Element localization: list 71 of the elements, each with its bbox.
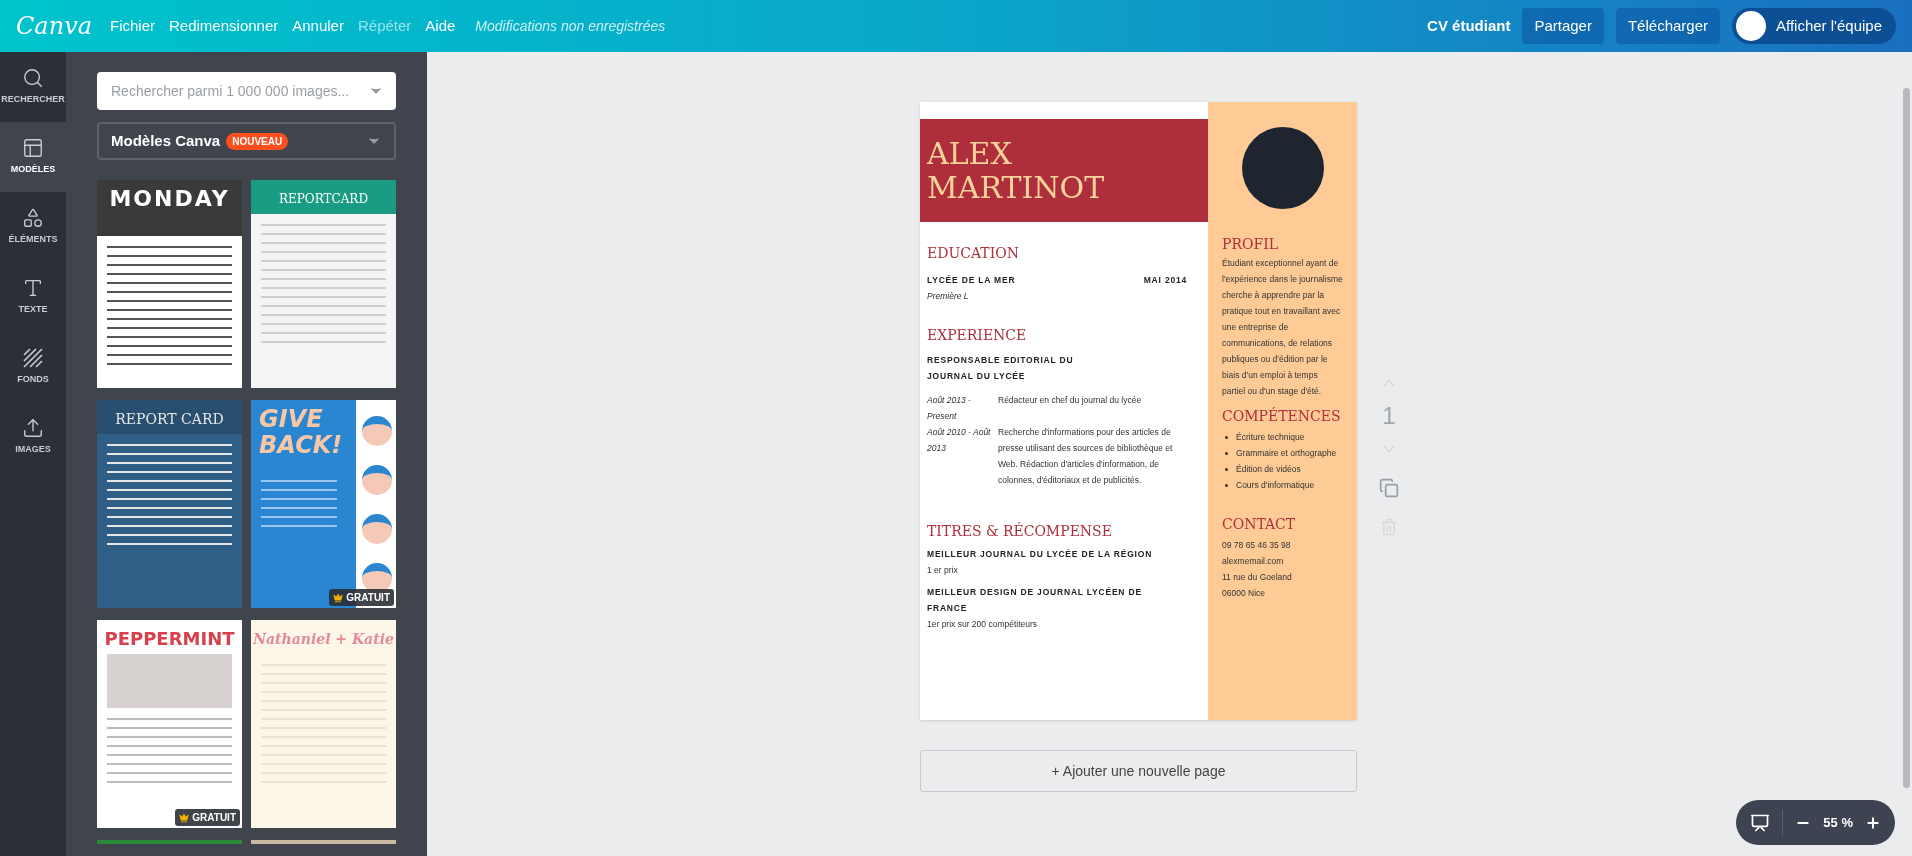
- free-badge: GRATUIT: [329, 589, 394, 606]
- sidebar-item[interactable]: TEXTE: [0, 262, 66, 332]
- name-text: ALEX: [927, 136, 1013, 171]
- crown-icon: [179, 812, 190, 823]
- search-field[interactable]: Rechercher parmi 1 000 000 images...: [97, 72, 396, 110]
- job-description: Recherche d'informations pour des articles de presse utilisant des sources de bibliothèque et Web. Rédaction d'articles d'information, de colonnes, d'éditoriaux et de publicités.: [998, 426, 1174, 487]
- section-heading: CONTACT: [1222, 515, 1297, 533]
- toolbar-button[interactable]: Télécharger: [1615, 8, 1720, 44]
- bullet-icon: [1225, 483, 1228, 487]
- sidebar-item[interactable]: MODÈLES: [0, 122, 66, 192]
- free-badge: GRATUIT: [175, 809, 240, 826]
- category-dropdown[interactable]: Modèles Canva NOUVEAU: [97, 122, 396, 160]
- date-text: MAI 2014: [1143, 274, 1187, 287]
- contact-line: 09 78 65 46 35 98: [1222, 539, 1292, 552]
- page-number: 1: [1382, 401, 1396, 431]
- bullet-icon: [1225, 467, 1228, 471]
- layout-icon: [22, 137, 44, 160]
- award-detail: 1 er prix: [927, 564, 959, 577]
- team-toggle[interactable]: Afficher l'équipe: [1732, 8, 1896, 44]
- contact-line: 11 rue du Goeland: [1222, 571, 1293, 584]
- school-name: LYCÉE DE LA MER: [927, 274, 1016, 287]
- bullet-icon: [1225, 451, 1228, 455]
- section-heading: TITRES & RÉCOMPENSE: [927, 522, 1113, 540]
- job-title: RESPONSABLE EDITORIAL DU JOURNAL DU LYCÉE: [927, 354, 1075, 383]
- template-title: REPORTCARD: [278, 191, 368, 208]
- template-title: GIVE BACK!: [259, 406, 344, 458]
- section-heading: EDUCATION: [927, 244, 1020, 262]
- contact-line: alexmemail.com: [1222, 555, 1285, 568]
- skill-item: Cours d'informatique: [1236, 479, 1315, 492]
- zoom-in-icon[interactable]: [1865, 814, 1881, 831]
- section-heading: EXPERIENCE: [927, 326, 1028, 344]
- contact-line: 06000 Nice: [1222, 587, 1266, 600]
- template-thumbnail[interactable]: GIVE BACK! GRATUIT: [251, 400, 396, 608]
- sidebar-item[interactable]: IMAGES: [0, 402, 66, 472]
- zoom-value: 55 %: [1823, 813, 1853, 832]
- date-range: Août 2013 - Present: [927, 394, 972, 423]
- duplicate-icon[interactable]: [1379, 478, 1399, 498]
- award-title: MEILLEUR DESIGN DE JOURNAL LYCÉEN DE FRANCE: [927, 586, 1143, 615]
- presentation-icon[interactable]: [1750, 812, 1771, 833]
- template-title: REPORT CARD: [115, 410, 224, 429]
- document-title[interactable]: CV étudiant: [1427, 14, 1511, 38]
- award-title: MEILLEUR JOURNAL DU LYCÉE DE LA RÉGION: [927, 548, 1154, 561]
- toolbar-button[interactable]: Partager: [1522, 8, 1604, 44]
- detail-text: Première L: [927, 290, 970, 303]
- sidebar-item[interactable]: ÉLÉMENTS: [0, 192, 66, 262]
- template-title: MONDAY: [109, 186, 230, 212]
- name-text: MARTINOT: [927, 170, 1106, 205]
- template-thumbnail[interactable]: REPORT CARD: [97, 400, 242, 608]
- new-badge: NOUVEAU: [226, 132, 289, 150]
- job-description: Rédacteur en chef du journal du lycée: [998, 394, 1143, 407]
- sidebar-item[interactable]: FONDS: [0, 332, 66, 402]
- award-detail: 1er prix sur 200 compétiteurs: [927, 618, 1039, 631]
- skill-item: Édition de vidéos: [1236, 463, 1301, 476]
- save-status: Modifications non enregistrées: [475, 16, 666, 36]
- section-heading: PROFIL: [1222, 235, 1279, 253]
- section-heading: COMPÉTENCES: [1222, 407, 1342, 425]
- profile-text: Étudiant exceptionnel ayant de l'expérience dans le journalisme cherche à apprendre par la pratique tout en travaillant avec une entreprise de communications, de relations publiques ou d'édition par le biais d'un emploi à temps partiel ou d'un stage d'été.: [1222, 257, 1343, 398]
- template-title: PEPPERMINT: [104, 627, 235, 651]
- skill-item: Grammaire et orthographe: [1236, 447, 1337, 460]
- bullet-icon: [1225, 435, 1228, 439]
- skill-item: Écriture technique: [1236, 431, 1305, 444]
- template-title: Nathaniel + Katie: [253, 630, 394, 649]
- crown-icon: [333, 592, 344, 603]
- date-range: Août 2010 - Août 2013: [927, 426, 992, 455]
- search-icon: [22, 67, 44, 90]
- template-thumbnail[interactable]: PEPPERMINT GRATUIT: [97, 620, 242, 828]
- template-thumbnail[interactable]: MONDAY: [97, 180, 242, 388]
- hatch-icon: [22, 347, 44, 370]
- shapes-icon: [22, 207, 44, 230]
- sidebar-item[interactable]: RECHERCHER: [0, 52, 66, 122]
- add-page-button[interactable]: + Ajouter une nouvelle page: [920, 750, 1357, 792]
